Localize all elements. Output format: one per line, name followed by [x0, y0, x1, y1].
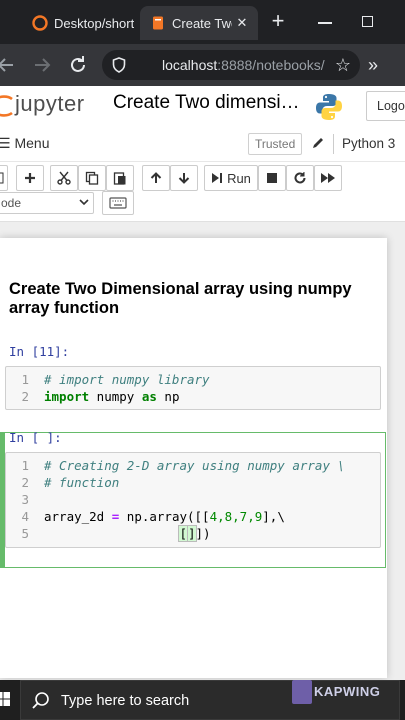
python-logo-icon	[316, 94, 342, 120]
keyboard-icon	[109, 197, 127, 209]
menu-label: Menu	[14, 135, 50, 151]
jupyter-header: jupyter Create Two dimensi… Logo	[0, 86, 405, 126]
notebook-area: Create Two Dimensional array using numpy…	[0, 222, 405, 680]
code-line: # import numpy library	[44, 372, 210, 387]
browser-tab-strip: Desktop/short Create Two ✕ +	[0, 0, 405, 44]
restart-run-all-button[interactable]	[314, 165, 342, 191]
tab-create-two[interactable]: Create Two ✕	[140, 6, 258, 40]
reload-icon[interactable]	[66, 53, 90, 77]
save-icon	[0, 172, 4, 184]
jupyter-menubar: ☰ Menu Trusted Python 3	[0, 126, 405, 162]
cut-cell-button[interactable]	[50, 165, 78, 191]
cell-type-select[interactable]: ode	[0, 192, 94, 214]
restart-kernel-button[interactable]	[286, 165, 314, 191]
restart-icon	[294, 172, 306, 184]
code-line: # function	[44, 475, 120, 490]
new-tab-icon[interactable]: +	[266, 10, 290, 34]
matched-bracket: [	[178, 525, 188, 542]
arrow-down-icon	[178, 173, 190, 184]
line-number: 1	[21, 372, 29, 387]
jupyter-favicon-icon	[32, 15, 48, 31]
step-forward-icon	[212, 173, 223, 183]
insert-cell-button[interactable]	[16, 165, 44, 191]
close-tab-icon[interactable]: ✕	[232, 15, 252, 31]
site-info-shield-icon[interactable]	[110, 56, 128, 74]
arrow-up-icon	[150, 172, 162, 183]
kapwing-watermark: KAPWING	[292, 680, 392, 706]
line-number: 4	[21, 509, 29, 524]
input-prompt: In [11]:	[9, 344, 70, 359]
windows-taskbar: Type here to search KAPWING	[0, 680, 405, 720]
edit-pencil-icon[interactable]	[310, 135, 326, 151]
input-prompt: In [ ]:	[9, 430, 62, 445]
matched-bracket: ]	[187, 525, 197, 542]
copy-icon	[85, 171, 99, 185]
trusted-badge[interactable]: Trusted	[248, 133, 303, 155]
notebook-favicon-icon	[153, 16, 163, 30]
tab-label: Create Two	[172, 15, 232, 31]
code-line: # Creating 2-D array using numpy array \	[44, 458, 346, 473]
maximize-icon[interactable]	[362, 16, 373, 27]
code-line: import numpy as np	[44, 389, 180, 404]
menu-button[interactable]: ☰ Menu	[0, 135, 49, 152]
extensions-chevron-icon[interactable]: »	[368, 53, 378, 77]
cell-type-value: ode	[1, 196, 22, 210]
paste-cell-button[interactable]	[106, 165, 134, 191]
plus-icon	[25, 173, 35, 183]
kapwing-logo-icon	[292, 680, 312, 704]
url-text: localhost:8888/notebooks/	[162, 57, 325, 73]
back-arrow-icon[interactable]	[0, 53, 18, 77]
search-icon	[32, 692, 49, 709]
line-number: 2	[21, 389, 29, 404]
command-palette-button[interactable]	[102, 191, 134, 215]
code-cell-editor-active[interactable]: 1 # Creating 2-D array using numpy array…	[5, 452, 381, 548]
markdown-heading[interactable]: Create Two Dimensional array using numpy…	[9, 280, 369, 318]
logout-button[interactable]: Logo	[366, 91, 405, 121]
notebook-container: Create Two Dimensional array using numpy…	[0, 238, 387, 678]
search-placeholder: Type here to search	[61, 693, 190, 709]
address-bar[interactable]: localhost:8888/notebooks/ ☆	[102, 50, 360, 80]
code-line: []])	[178, 525, 211, 542]
line-number: 3	[21, 492, 29, 507]
forward-arrow-icon[interactable]	[30, 53, 54, 77]
line-number: 5	[21, 526, 29, 541]
hamburger-icon: ☰	[0, 135, 11, 151]
kernel-divider	[333, 134, 334, 154]
chevron-down-icon	[79, 199, 89, 206]
line-number: 1	[21, 458, 29, 473]
line-number: 2	[21, 475, 29, 490]
watermark-text: KAPWING	[314, 684, 381, 699]
notebook-title[interactable]: Create Two dimensi…	[113, 92, 300, 114]
windows-start-icon[interactable]	[0, 692, 10, 706]
interrupt-kernel-button[interactable]	[258, 165, 286, 191]
fast-forward-icon	[321, 173, 335, 183]
minimize-icon[interactable]	[318, 22, 332, 24]
kernel-name[interactable]: Python 3	[342, 136, 395, 151]
run-button[interactable]: Run	[204, 165, 258, 191]
code-line: array_2d = np.array([[4,8,7,9],\	[44, 509, 285, 524]
code-cell-editor[interactable]: 1 # import numpy library 2 import numpy …	[5, 366, 381, 410]
tab-desktop-short[interactable]: Desktop/short	[22, 6, 134, 40]
run-label: Run	[227, 170, 251, 186]
bookmark-star-icon[interactable]: ☆	[332, 54, 354, 76]
tab-label: Desktop/short	[54, 15, 134, 31]
browser-toolbar: localhost:8888/notebooks/ ☆ »	[0, 44, 405, 86]
jupyter-toolbar: Run ode	[0, 162, 405, 222]
move-down-button[interactable]	[170, 165, 198, 191]
scissors-icon	[57, 171, 71, 185]
save-button[interactable]	[0, 165, 8, 191]
stop-icon	[267, 173, 277, 183]
copy-cell-button[interactable]	[78, 165, 106, 191]
jupyter-logo-text: jupyter	[15, 91, 85, 116]
move-up-button[interactable]	[142, 165, 170, 191]
paste-icon	[113, 172, 126, 185]
